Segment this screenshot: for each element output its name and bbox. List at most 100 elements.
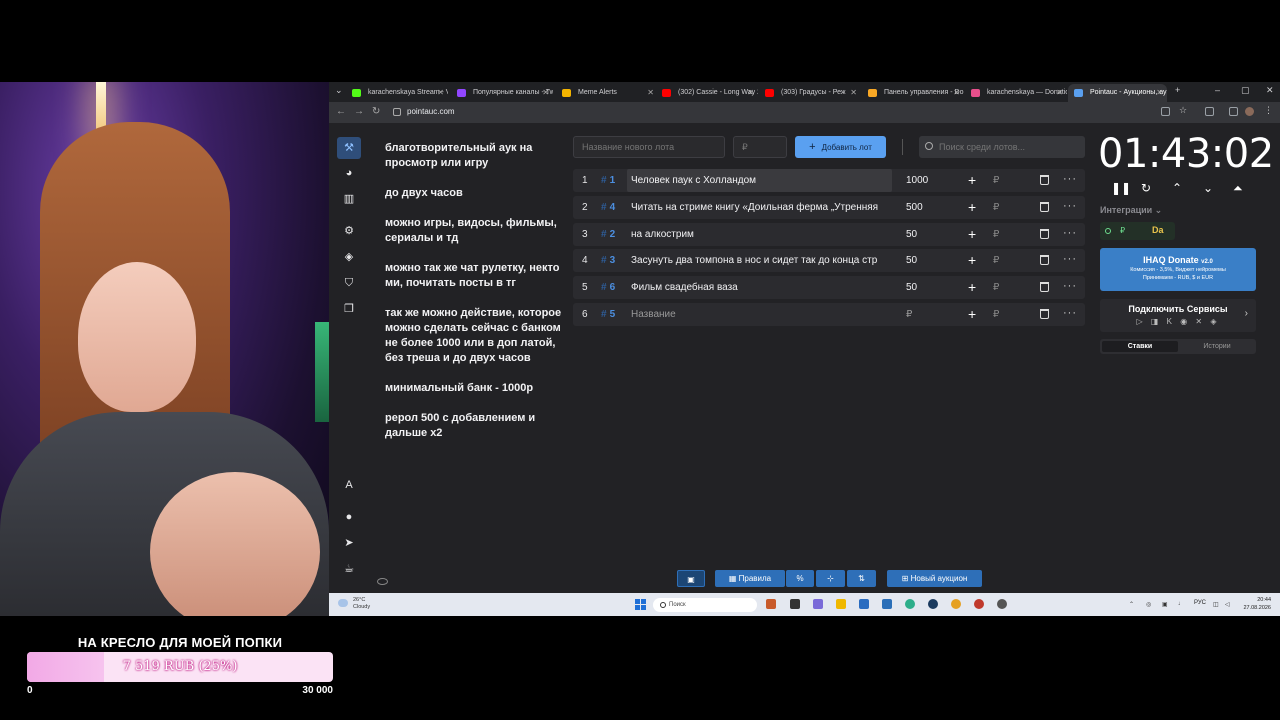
browser-tab[interactable]: Pointauc - Аукционы, ау ✕ (1068, 84, 1167, 102)
obs-icon[interactable] (974, 599, 984, 609)
browser-tab[interactable]: Meme Alerts ✕ (556, 84, 658, 102)
lot-amount[interactable]: 50 (906, 223, 917, 246)
close-tab-icon[interactable]: ✕ (1156, 84, 1163, 102)
explorer-icon[interactable] (836, 599, 846, 609)
close-tab-icon[interactable]: ✕ (542, 84, 549, 102)
trash-icon[interactable] (1040, 228, 1049, 239)
new-lot-price-input[interactable] (733, 136, 787, 158)
more-dots-icon[interactable]: ··· (1063, 249, 1077, 270)
add-amount-icon[interactable]: + (968, 223, 976, 246)
close-tab-icon[interactable]: ✕ (747, 84, 754, 102)
copilot-icon[interactable] (766, 599, 776, 609)
close-tab-icon[interactable]: ✕ (953, 84, 960, 102)
volume-icon[interactable]: ◁ (1225, 601, 1230, 608)
tab-bids[interactable]: Ставки (1102, 341, 1178, 352)
github-icon[interactable]: ● (341, 509, 357, 525)
donate-service-card[interactable]: IHAQ Donate v2.0 Комиссия - 3,5%, Виджет… (1100, 248, 1256, 291)
lot-name[interactable]: на алкострим (631, 223, 896, 246)
tray-app-icon[interactable]: ◎ (1146, 601, 1151, 608)
reset-icon[interactable]: ↻ (1141, 181, 1151, 195)
forward-icon[interactable]: → (354, 106, 364, 117)
more-dots-icon[interactable]: ··· (1063, 276, 1077, 297)
language-indicator[interactable]: РУС (1194, 600, 1206, 606)
browser-tab[interactable]: Популярные каналы - Tw ✕ (451, 84, 553, 102)
more-dots-icon[interactable]: ··· (1063, 223, 1077, 244)
translate-icon[interactable]: A (341, 477, 357, 493)
save-icon[interactable]: ▣ (677, 570, 705, 587)
taskbar-search[interactable]: Поиск (653, 598, 757, 612)
rules-button[interactable]: ▦ Правила (715, 570, 785, 587)
settings-icon[interactable]: ⚙ (341, 223, 357, 239)
clock[interactable]: 20:44 27.08.2026 (1237, 596, 1271, 612)
steam-icon[interactable] (928, 599, 938, 609)
stats-icon[interactable]: ▥ (341, 191, 357, 207)
translate-icon[interactable] (1161, 107, 1170, 116)
trash-icon[interactable] (1040, 255, 1049, 266)
lot-search-input[interactable] (919, 136, 1085, 158)
wheel-icon[interactable]: ◕ (341, 165, 357, 181)
integrations-list[interactable]: ₽ Da (1100, 222, 1175, 240)
lot-name[interactable]: Засунуть два томпона в нос и сидет так д… (631, 249, 896, 272)
browser-tab[interactable]: Панель управления - Do ✕ (862, 84, 964, 102)
close-tab-icon[interactable]: ✕ (850, 84, 857, 102)
lot-row[interactable]: 6 #5 Название ₽ + ₽ ··· (573, 302, 1085, 326)
lot-row[interactable]: 1 #1 Человек паук с Холландом 1000 + ₽ ··· (573, 169, 1085, 192)
split-icon[interactable]: ⊹ (816, 570, 845, 587)
reload-icon[interactable]: ↻ (372, 106, 380, 117)
maximize-button[interactable]: ▢ (1241, 85, 1250, 96)
lot-name[interactable]: Человек паук с Холландом (627, 169, 892, 192)
more-dots-icon[interactable]: ··· (1063, 303, 1077, 324)
chrome-icon[interactable] (951, 599, 961, 609)
telegram-icon[interactable]: ➤ (341, 535, 357, 551)
lot-name[interactable]: Читать на стриме книгу «Доильная ферма „… (631, 196, 896, 219)
close-tab-icon[interactable]: ✕ (1056, 84, 1063, 102)
trash-icon[interactable] (1040, 282, 1049, 293)
trash-icon[interactable] (1040, 308, 1049, 319)
store-icon[interactable] (859, 599, 869, 609)
add-amount-icon[interactable]: + (968, 169, 976, 192)
lot-row[interactable]: 4 #3 Засунуть два томпона в нос и сидет та… (573, 249, 1085, 273)
more-dots-icon[interactable]: ··· (1063, 196, 1077, 217)
layers-icon[interactable]: ◈ (341, 249, 357, 265)
double-chevron-up-icon[interactable]: ⏶ (1233, 181, 1243, 196)
reading-list-icon[interactable] (1229, 107, 1238, 116)
menu-dots-icon[interactable]: ⋮ (1264, 105, 1273, 115)
lot-name[interactable]: Фильм свадебная ваза (631, 276, 896, 299)
lot-name[interactable]: Название (631, 303, 896, 326)
tab-history[interactable]: Истории (1178, 339, 1256, 354)
add-amount-icon[interactable]: + (968, 276, 976, 299)
network-icon[interactable]: ◫ (1213, 601, 1219, 608)
sort-icon[interactable]: ⇅ (847, 570, 876, 587)
trash-icon[interactable] (1040, 175, 1049, 185)
percent-button[interactable]: % (786, 570, 814, 587)
outlook-icon[interactable] (882, 599, 892, 609)
integrations-toggle[interactable]: Интеграции ⌄ (1100, 205, 1162, 216)
trash-icon[interactable] (1040, 201, 1049, 212)
more-dots-icon[interactable]: ··· (1063, 169, 1077, 190)
lot-row[interactable]: 3 #2 на алкострим 50 + ₽ ··· (573, 222, 1085, 246)
edge-icon[interactable] (905, 599, 915, 609)
lot-amount[interactable]: 500 (906, 196, 923, 219)
close-tab-icon[interactable]: ✕ (647, 84, 654, 102)
add-amount-icon[interactable]: + (968, 249, 976, 272)
browser-tab[interactable]: (302) Cassie - Long Way 2 ✕ (656, 84, 758, 102)
close-window-button[interactable]: ✕ (1266, 85, 1274, 96)
history-icon[interactable]: ❐ (341, 301, 357, 317)
lot-amount[interactable]: 50 (906, 249, 917, 272)
new-lot-name-input[interactable] (573, 136, 725, 158)
avatar[interactable] (1245, 107, 1254, 116)
lot-amount[interactable]: 50 (906, 276, 917, 299)
add-lot-button[interactable]: + Добавить лот (795, 136, 886, 158)
url-text[interactable]: pointauc.com (407, 107, 455, 116)
bookmark-star-icon[interactable]: ☆ (1179, 105, 1188, 115)
lot-amount[interactable]: ₽ (906, 303, 912, 326)
teams-icon[interactable] (813, 599, 823, 609)
tab-search-icon[interactable]: ⌄ (335, 85, 343, 96)
site-info-icon[interactable] (393, 108, 401, 116)
windows-start-icon[interactable] (635, 599, 646, 610)
lot-amount[interactable]: 1000 (906, 169, 928, 192)
chevron-down-icon[interactable]: ⌄ (1203, 181, 1213, 195)
tray-app-icon[interactable]: ▣ (1162, 601, 1168, 608)
task-view-icon[interactable] (790, 599, 800, 609)
weather-widget[interactable]: 26°C Cloudy (353, 597, 370, 611)
